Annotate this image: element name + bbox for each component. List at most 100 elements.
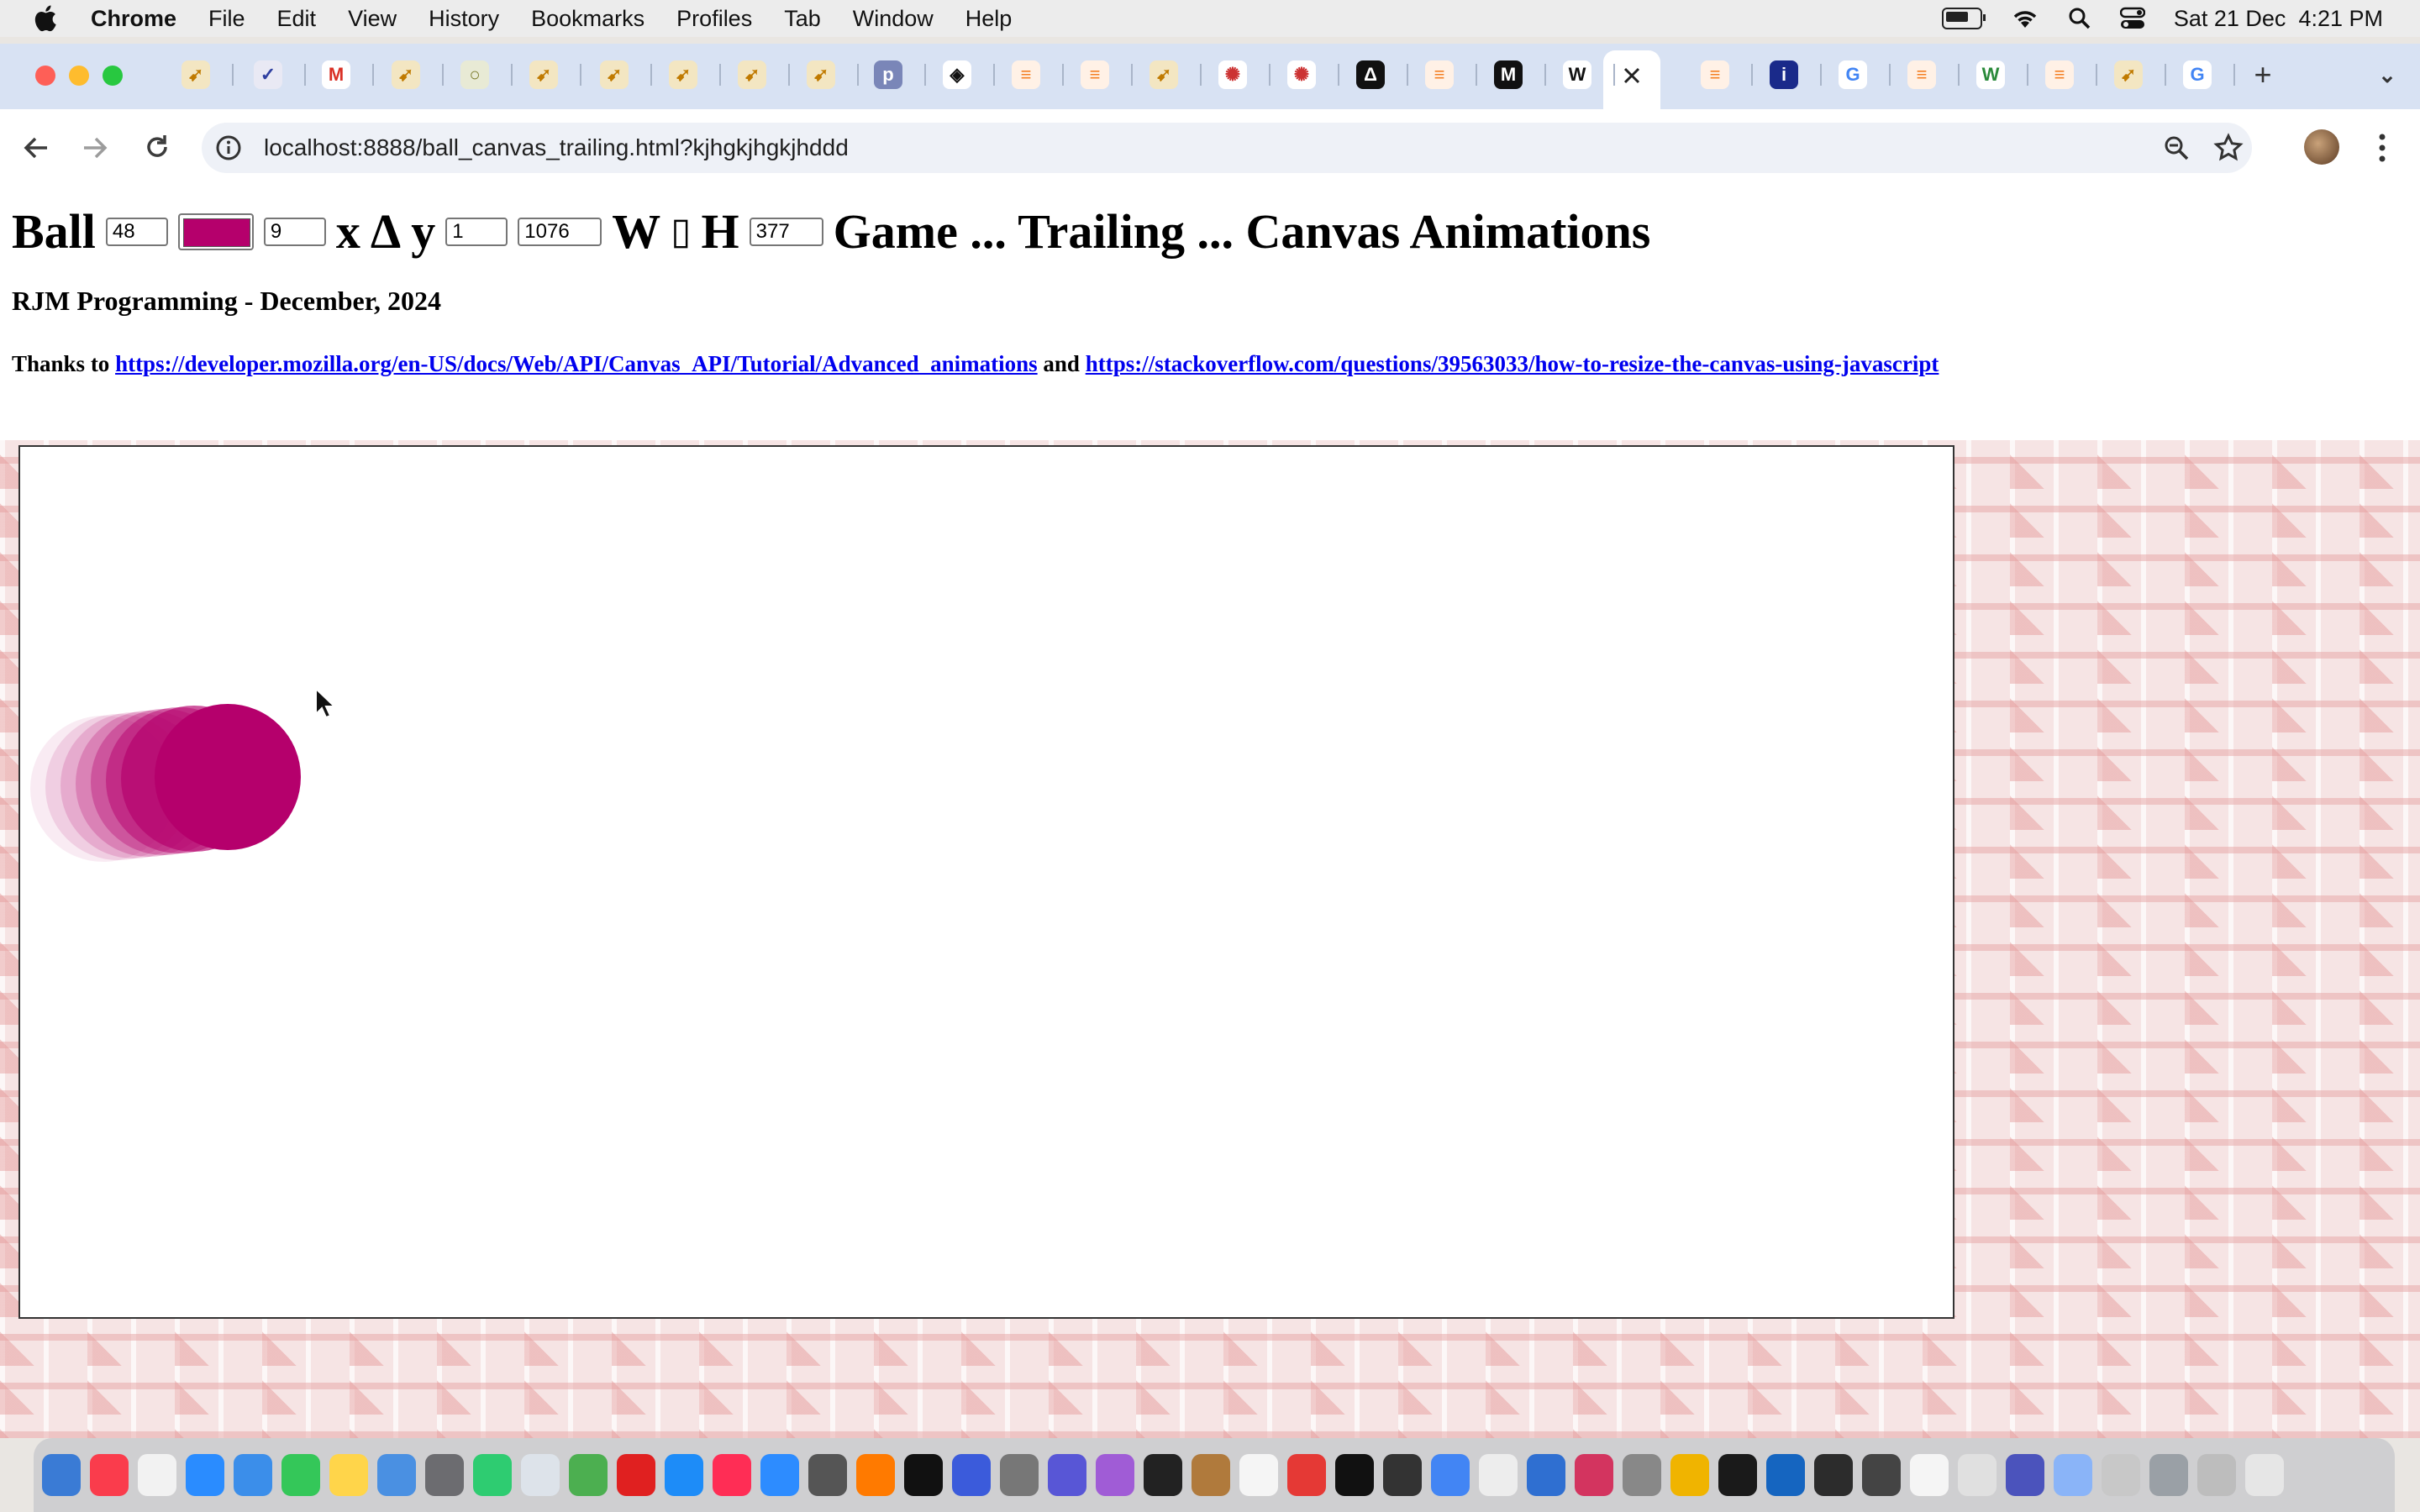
dock-app-icon[interactable] (1144, 1454, 1182, 1496)
search-icon[interactable] (2068, 7, 2091, 30)
stack-tab-icon[interactable]: ≡ (1081, 60, 1109, 89)
dock-app-icon[interactable] (665, 1454, 703, 1496)
stack-tab-icon[interactable]: ≡ (1012, 60, 1040, 89)
dock-app-icon[interactable] (2149, 1454, 2188, 1496)
minimize-window-button[interactable] (69, 66, 89, 86)
menu-clock[interactable]: Sat 21 Dec 4:21 PM (2174, 6, 2383, 32)
dock-app-icon[interactable] (617, 1454, 655, 1496)
apple-icon[interactable] (32, 3, 62, 34)
dock-app-icon[interactable] (1958, 1454, 1996, 1496)
dy-input[interactable] (445, 217, 508, 246)
dock-app-icon[interactable] (1814, 1454, 1853, 1496)
height-input[interactable] (749, 217, 823, 246)
dock-app-icon[interactable] (2102, 1454, 2140, 1496)
menu-view[interactable]: View (348, 6, 397, 32)
dock-app-icon[interactable] (1670, 1454, 1709, 1496)
battery-icon[interactable] (1941, 8, 1986, 29)
menu-bookmarks[interactable]: Bookmarks (531, 6, 644, 32)
dock-app-icon[interactable] (425, 1454, 464, 1496)
address-bar[interactable]: localhost:8888/ball_canvas_trailing.html… (202, 123, 2252, 173)
menu-history[interactable]: History (429, 6, 499, 32)
dock-app-icon[interactable] (377, 1454, 416, 1496)
wifi-icon[interactable] (2011, 8, 2039, 29)
close-window-button[interactable] (35, 66, 55, 86)
dock-app-icon[interactable] (952, 1454, 991, 1496)
bookmark-star-icon[interactable] (2213, 133, 2244, 163)
dock-app-icon[interactable] (1000, 1454, 1039, 1496)
stack-tab-icon[interactable]: ≡ (2045, 60, 2074, 89)
dock-app-icon[interactable] (234, 1454, 272, 1496)
stackoverflow-link[interactable]: https://stackoverflow.com/questions/3956… (1086, 351, 1939, 376)
codepen-tab-icon[interactable]: ◈ (943, 60, 971, 89)
dock-app-icon[interactable] (473, 1454, 512, 1496)
menu-help[interactable]: Help (965, 6, 1013, 32)
dock-app-icon[interactable] (186, 1454, 224, 1496)
dock-app-icon[interactable] (2245, 1454, 2284, 1496)
stack-tab-icon[interactable]: ≡ (1907, 60, 1936, 89)
back-icon[interactable] (22, 134, 50, 161)
info-tab-icon[interactable]: i (1770, 60, 1798, 89)
dock-app-icon[interactable] (1335, 1454, 1374, 1496)
dock-app-icon[interactable] (1239, 1454, 1278, 1496)
wordpress-tab-icon[interactable]: W (1976, 60, 2005, 89)
google-tab-icon[interactable]: G (1839, 60, 1867, 89)
dock-app-icon[interactable] (1192, 1454, 1230, 1496)
sol-tab-icon[interactable]: ○ (460, 60, 489, 89)
dock-app-icon[interactable] (90, 1454, 129, 1496)
rocket-tab-icon[interactable]: ➹ (1150, 60, 1178, 89)
width-input[interactable] (518, 217, 602, 246)
dock-app-icon[interactable] (1383, 1454, 1422, 1496)
dock-app-icon[interactable] (713, 1454, 751, 1496)
dots-tab-icon[interactable]: ✺ (1287, 60, 1316, 89)
wiki-tab-icon[interactable]: W (1563, 60, 1591, 89)
dock-app-icon[interactable] (1096, 1454, 1134, 1496)
menu-window[interactable]: Window (853, 6, 934, 32)
game-canvas[interactable] (18, 445, 1954, 1319)
dock-app-icon[interactable] (1623, 1454, 1661, 1496)
dock-app-icon[interactable] (904, 1454, 943, 1496)
control-center-icon[interactable] (2119, 7, 2145, 30)
dock-app-icon[interactable] (1431, 1454, 1470, 1496)
avatar[interactable] (2304, 129, 2339, 165)
reload-icon[interactable] (143, 133, 171, 161)
close-tab-icon[interactable] (1622, 66, 1642, 86)
dock-app-icon[interactable] (760, 1454, 799, 1496)
dock-app-icon[interactable] (138, 1454, 176, 1496)
site-info-icon[interactable] (215, 134, 242, 161)
delta-tab-icon[interactable]: Δ (1356, 60, 1385, 89)
dock-app-icon[interactable] (1862, 1454, 1901, 1496)
radius-input[interactable] (105, 217, 168, 246)
rocket-tab-icon[interactable]: ➹ (2114, 60, 2143, 89)
dock-app-icon[interactable] (281, 1454, 320, 1496)
mdn-tab-icon[interactable]: M (1494, 60, 1523, 89)
stack-tab-icon[interactable]: ≡ (1425, 60, 1454, 89)
dock-app-icon[interactable] (1287, 1454, 1326, 1496)
zoom-icon[interactable] (2163, 134, 2190, 161)
ball-color-picker[interactable] (177, 213, 254, 250)
more-menu-icon[interactable] (2376, 131, 2388, 165)
mdn-link[interactable]: https://developer.mozilla.org/en-US/docs… (115, 351, 1038, 376)
dock-app-icon[interactable] (1479, 1454, 1518, 1496)
plus-tab-icon[interactable]: + (2249, 57, 2277, 92)
dock-app-icon[interactable] (1766, 1454, 1805, 1496)
dock-app-icon[interactable] (521, 1454, 560, 1496)
dock-app-icon[interactable] (1910, 1454, 1949, 1496)
menu-app-chrome[interactable]: Chrome (91, 6, 176, 32)
menu-profiles[interactable]: Profiles (676, 6, 752, 32)
google-tab-icon[interactable]: G (2183, 60, 2212, 89)
dock-app-icon[interactable] (1048, 1454, 1086, 1496)
php-tab-icon[interactable]: p (874, 60, 902, 89)
rocket-tab-icon[interactable]: ➹ (600, 60, 629, 89)
dock-app-icon[interactable] (1718, 1454, 1757, 1496)
dock-app-icon[interactable] (1575, 1454, 1613, 1496)
dock-app-icon[interactable] (329, 1454, 368, 1496)
dx-input[interactable] (263, 217, 326, 246)
rocket-tab-icon[interactable]: ➹ (738, 60, 766, 89)
rocket-tab-icon[interactable]: ➹ (669, 60, 697, 89)
url-text[interactable]: localhost:8888/ball_canvas_trailing.html… (264, 134, 849, 161)
tab-search-icon[interactable]: ⌄ (2373, 60, 2402, 89)
dock-app-icon[interactable] (2197, 1454, 2236, 1496)
dock-app-icon[interactable] (2006, 1454, 2044, 1496)
rocket-tab-icon[interactable]: ➹ (392, 60, 420, 89)
menu-edit[interactable]: Edit (277, 6, 317, 32)
